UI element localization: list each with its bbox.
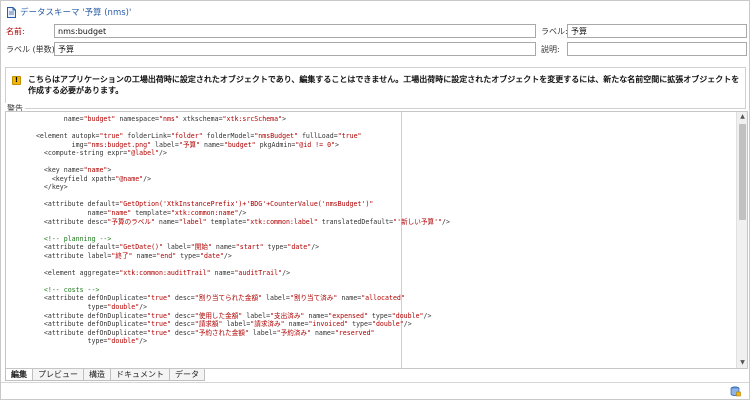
schema-editor-window: データスキーマ '予算 (nms)' 名前: nms:budget ラベル: 予… (0, 0, 750, 400)
code-line: type="double"/> (28, 303, 148, 312)
warning-message: こちらはアプリケーションの工場出荷時に設定されたオブジェクトであり、編集すること… (28, 75, 740, 95)
label-singular-label: ラベル (単数): (6, 45, 58, 54)
code-line: <attribute defOnDuplicate="true" desc="請… (28, 320, 412, 329)
code-line: <key name="name"> (28, 166, 112, 175)
xml-editor[interactable]: name="budget" namespace="nms" xtkschema=… (5, 111, 748, 369)
database-icon[interactable] (730, 386, 741, 397)
code-line: <compute-string expr="@label"/> (28, 149, 167, 158)
scroll-up-icon[interactable]: ▲ (737, 112, 747, 122)
name-label: 名前: (6, 27, 25, 36)
tab-3[interactable]: ドキュメント (110, 369, 170, 381)
code-line: <attribute defOnDuplicate="true" desc="割… (28, 294, 405, 303)
code-line: <attribute default="GetOption('XtkInstan… (28, 200, 374, 209)
vertical-scrollbar[interactable]: ▲ ▼ (736, 112, 747, 368)
label-field[interactable]: 予算 (567, 24, 747, 38)
code-line: name="name" template="xtk:common:name"/> (28, 209, 247, 218)
scroll-down-icon[interactable]: ▼ (737, 358, 747, 368)
name-field[interactable]: nms:budget (54, 24, 536, 38)
code-line: <attribute defOnDuplicate="true" desc="予… (28, 328, 375, 337)
xml-source-code[interactable]: name="budget" namespace="nms" xtkschema=… (28, 115, 718, 346)
document-icon (7, 6, 16, 18)
code-line: name="budget" namespace="nms" xtkschema=… (28, 115, 287, 123)
warning-panel: ! こちらはアプリケーションの工場出荷時に設定されたオブジェクトであり、編集する… (5, 67, 746, 109)
editor-tab-bar: 編集 プレビュー 構造 ドキュメント データ (5, 369, 205, 381)
scrollbar-thumb[interactable] (739, 124, 746, 220)
description-label: 説明: (541, 45, 560, 54)
tab-4[interactable]: データ (169, 369, 205, 381)
code-line: <attribute label="終了" name="end" type="d… (28, 251, 232, 260)
code-line: type="double"/> (28, 337, 148, 346)
code-line: <!-- planning --> (28, 234, 112, 243)
code-line: <keyfield xpath="@name"/> (28, 174, 152, 183)
code-line: <attribute desc="予算のラベル" name="label" te… (28, 217, 450, 226)
code-line: img="nms:budget.png" label="予算" name="bu… (28, 140, 339, 149)
window-title-bar: データスキーマ '予算 (nms)' (7, 5, 131, 19)
label-label: ラベル: (541, 27, 568, 36)
code-line: <element aggregate="xtk:common:auditTrai… (28, 268, 291, 277)
window-title: データスキーマ '予算 (nms)' (20, 8, 132, 18)
tab-2[interactable]: 構造 (83, 369, 111, 381)
status-bar (1, 382, 749, 399)
tab-0[interactable]: 編集 (5, 369, 33, 381)
code-line: <element autopk="true" folderLink="folde… (28, 132, 362, 141)
description-field[interactable] (567, 42, 747, 56)
code-line: <attribute defOnDuplicate="true" desc="使… (28, 311, 432, 320)
tab-1[interactable]: プレビュー (32, 369, 84, 381)
code-line: <attribute default="GetDate()" label="開始… (28, 243, 320, 252)
warning-icon: ! (12, 76, 21, 85)
code-line: </key> (28, 183, 68, 192)
label-singular-field[interactable]: 予算 (54, 42, 536, 56)
